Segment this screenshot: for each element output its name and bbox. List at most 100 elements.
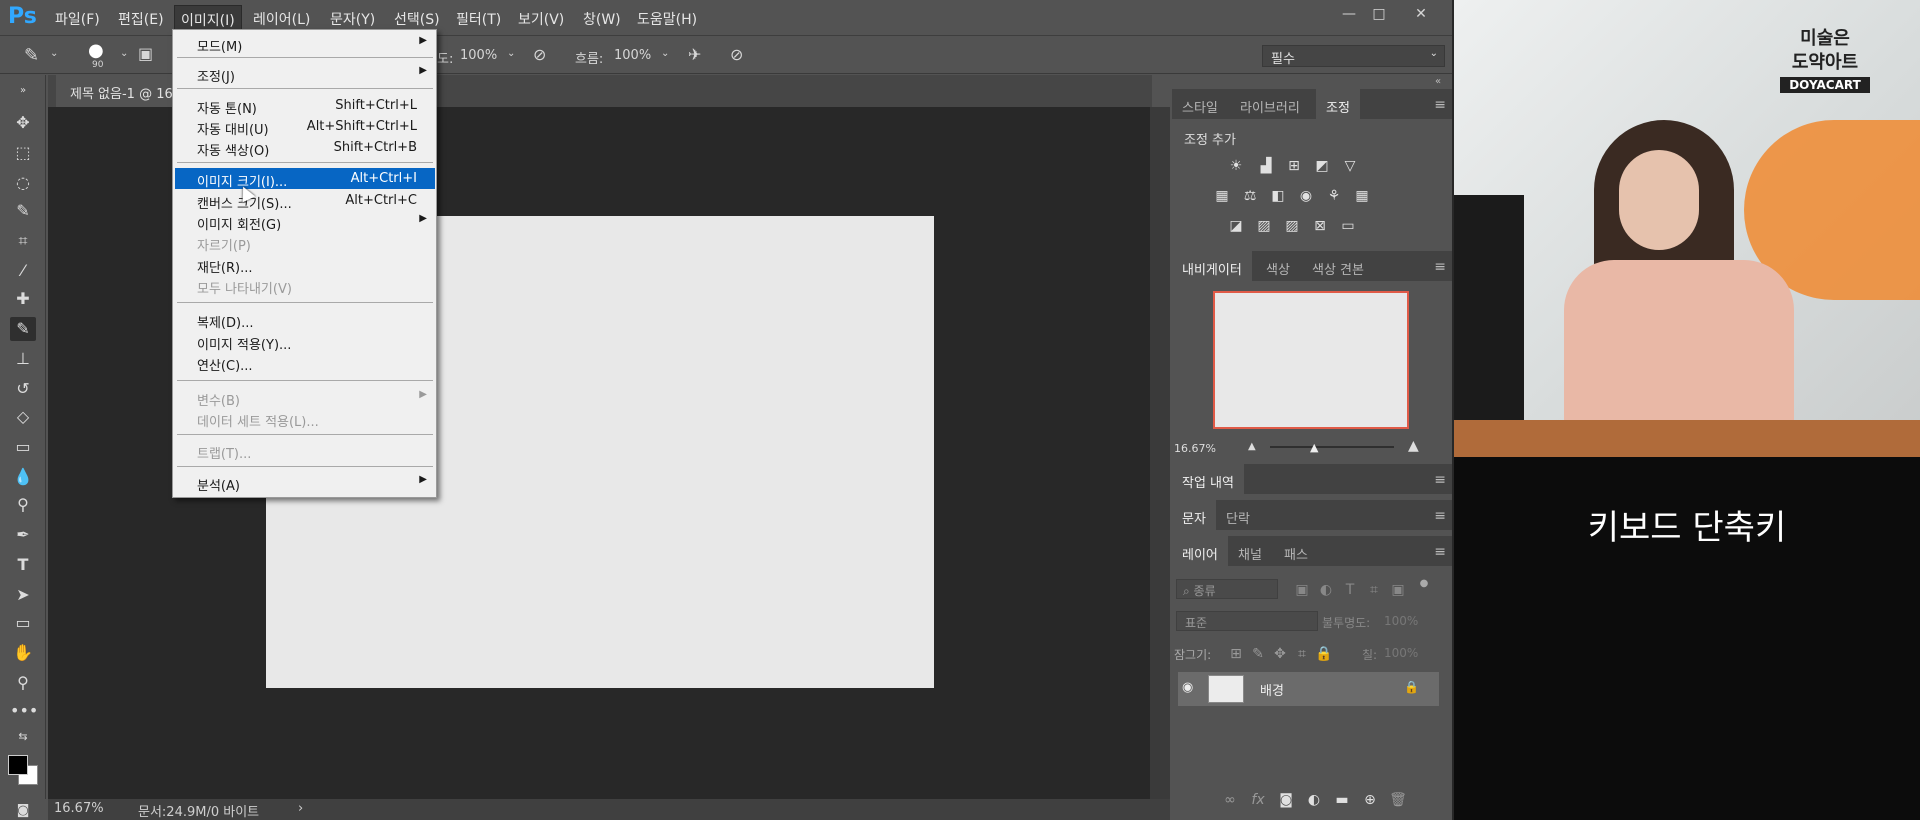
threshold-icon[interactable]: ▨	[1282, 217, 1302, 235]
color-balance-icon[interactable]: ⚖	[1240, 187, 1260, 205]
tab-paragraph[interactable]: 단락	[1216, 500, 1260, 530]
menu-item-image-size[interactable]: 이미지 크기(I)... Alt+Ctrl+I	[175, 168, 435, 190]
brush-tip-icon[interactable]: ●	[88, 40, 104, 61]
pressure-opacity-icon[interactable]: ⊘	[533, 45, 546, 64]
chevron-down-icon[interactable]: ⌄	[120, 48, 128, 59]
blend-mode-select[interactable]: 표준	[1176, 611, 1318, 631]
workspace-preset-select[interactable]: 필수 ⌄	[1262, 45, 1445, 67]
layer-filter-select[interactable]: ⌕ 종류	[1176, 579, 1278, 599]
collapse-panels-icon[interactable]: «	[1435, 76, 1441, 87]
filter-type-icon[interactable]: T	[1340, 581, 1360, 599]
fill-value[interactable]: 100%	[1384, 646, 1418, 660]
channel-mixer-icon[interactable]: ⚘	[1324, 187, 1344, 205]
chevron-down-icon[interactable]: ⌄	[50, 48, 58, 59]
layer-row[interactable]: ◉ 배경 🔒	[1178, 672, 1439, 706]
black-white-icon[interactable]: ◧	[1268, 187, 1288, 205]
menu-item-variables[interactable]: 변수(B) ▶	[175, 387, 435, 409]
minimize-button[interactable]: —	[1332, 4, 1366, 24]
navigator-zoom-slider[interactable]	[1270, 446, 1394, 448]
menu-item-auto-tone[interactable]: 자동 톤(N) Shift+Ctrl+L	[175, 95, 435, 117]
gradient-tool-icon[interactable]: ▭	[10, 435, 36, 459]
document-tab[interactable]: 제목 없음-1 @ 16	[56, 75, 187, 107]
brush-panel-icon[interactable]: ▣	[138, 44, 153, 63]
lasso-tool-icon[interactable]: ◌	[10, 171, 36, 195]
tab-history[interactable]: 작업 내역	[1172, 464, 1244, 494]
panel-menu-icon[interactable]: ≡	[1434, 97, 1446, 113]
path-select-tool-icon[interactable]: ➤	[10, 583, 36, 607]
filter-pixel-icon[interactable]: ▣	[1292, 581, 1312, 599]
stamp-tool-icon[interactable]: ⊥	[10, 347, 36, 371]
vertical-scrollbar[interactable]	[1150, 107, 1170, 799]
menu-filter[interactable]: 필터(T)	[456, 9, 501, 29]
panel-menu-icon[interactable]: ≡	[1434, 259, 1446, 275]
menu-item-mode[interactable]: 모드(M) ▶	[175, 33, 435, 55]
panel-menu-icon[interactable]: ≡	[1434, 544, 1446, 560]
new-layer-icon[interactable]: ⊕	[1360, 791, 1380, 809]
navigator-zoom[interactable]: 16.67%	[1174, 442, 1216, 455]
menu-item-canvas-size[interactable]: 캔버스 크기(S)... Alt+Ctrl+C	[175, 190, 435, 212]
tab-styles[interactable]: 스타일	[1172, 89, 1228, 119]
hand-tool-icon[interactable]: ✋	[10, 641, 36, 665]
invert-icon[interactable]: ◪	[1226, 217, 1246, 235]
hue-saturation-icon[interactable]: ▦	[1212, 187, 1232, 205]
chevron-down-icon[interactable]: ⌄	[507, 48, 515, 59]
panel-menu-icon[interactable]: ≡	[1434, 472, 1446, 488]
flow-input[interactable]: 100%	[614, 48, 651, 63]
menu-item-duplicate[interactable]: 복제(D)...	[175, 309, 435, 331]
menu-item-auto-color[interactable]: 자동 색상(O) Shift+Ctrl+B	[175, 137, 435, 159]
type-tool-icon[interactable]: T	[10, 553, 36, 577]
mask-icon[interactable]: ◙	[1276, 791, 1296, 809]
healing-tool-icon[interactable]: ✚	[10, 287, 36, 311]
crop-tool-icon[interactable]: ⌗	[10, 229, 36, 253]
tab-navigator[interactable]: 내비게이터	[1172, 251, 1252, 281]
folder-icon[interactable]: ▬	[1332, 791, 1352, 809]
quick-mask-icon[interactable]: ◙	[10, 799, 36, 820]
move-tool-icon[interactable]: ✥	[10, 111, 36, 135]
tab-character[interactable]: 문자	[1172, 500, 1216, 530]
menu-edit[interactable]: 편집(E)	[118, 9, 164, 29]
menu-item-auto-contrast[interactable]: 자동 대비(U) Alt+Shift+Ctrl+L	[175, 116, 435, 138]
filter-adjustment-icon[interactable]: ◐	[1316, 581, 1336, 599]
chevron-down-icon[interactable]: ⌄	[661, 48, 669, 59]
zoom-out-icon[interactable]: ▲	[1248, 441, 1256, 452]
menu-item-crop[interactable]: 자르기(P)	[175, 232, 435, 254]
foreground-color-swatch[interactable]	[8, 755, 28, 775]
chevron-right-icon[interactable]: ›	[298, 801, 303, 816]
lock-image-icon[interactable]: ✎	[1248, 645, 1268, 663]
close-button[interactable]: ✕	[1404, 4, 1438, 24]
blur-tool-icon[interactable]: 💧	[10, 465, 36, 489]
collapse-icon[interactable]: »	[10, 79, 36, 103]
filter-shape-icon[interactable]: ⌗	[1364, 581, 1384, 599]
tab-libraries[interactable]: 라이브러리	[1230, 89, 1310, 119]
selective-color-icon[interactable]: ⊠	[1310, 217, 1330, 235]
brush-tool-icon[interactable]: ✎	[24, 45, 39, 66]
eyedropper-tool-icon[interactable]: ⁄	[10, 259, 36, 283]
opacity-value[interactable]: 100%	[1384, 614, 1418, 628]
tab-swatches[interactable]: 색상 견본	[1302, 251, 1374, 281]
zoom-in-icon[interactable]: ▲	[1408, 438, 1419, 454]
menu-item-image-rotation[interactable]: 이미지 회전(G) ▶	[175, 211, 435, 233]
filter-toggle-icon[interactable]: ●	[1414, 575, 1434, 593]
rectangle-tool-icon[interactable]: ▭	[10, 611, 36, 635]
menu-item-apply-image[interactable]: 이미지 적용(Y)...	[175, 331, 435, 353]
marquee-tool-icon[interactable]: ⬚	[10, 141, 36, 165]
airbrush-icon[interactable]: ✈	[688, 45, 701, 64]
photo-filter-icon[interactable]: ◉	[1296, 187, 1316, 205]
menu-layer[interactable]: 레이어(L)	[253, 9, 310, 29]
panel-menu-icon[interactable]: ≡	[1434, 508, 1446, 524]
menu-view[interactable]: 보기(V)	[518, 9, 564, 29]
menu-type[interactable]: 문자(Y)	[330, 9, 375, 29]
gradient-map-icon[interactable]: ▭	[1338, 217, 1358, 235]
menu-item-adjustments[interactable]: 조정(J) ▶	[175, 63, 435, 85]
menu-item-trap[interactable]: 트랩(T)...	[175, 440, 435, 462]
dodge-tool-icon[interactable]: ⚲	[10, 493, 36, 517]
slider-handle-icon[interactable]: ▲	[1310, 441, 1318, 454]
fx-icon[interactable]: fx	[1248, 791, 1268, 809]
color-lookup-icon[interactable]: ▦	[1352, 187, 1372, 205]
eye-icon[interactable]: ◉	[1182, 680, 1193, 695]
history-brush-tool-icon[interactable]: ↺	[10, 377, 36, 401]
vibrance-icon[interactable]: ▽	[1340, 157, 1360, 175]
tab-paths[interactable]: 패스	[1274, 536, 1318, 566]
curves-icon[interactable]: ⊞	[1284, 157, 1304, 175]
lock-transparent-icon[interactable]: ⊞	[1226, 645, 1246, 663]
